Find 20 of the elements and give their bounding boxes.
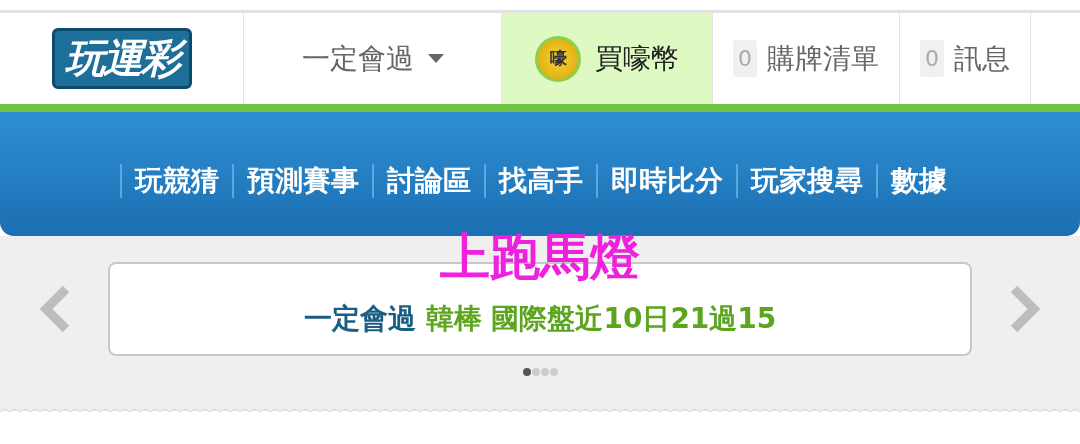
marquee-author[interactable]: 一定會過: [303, 300, 416, 338]
nav-item[interactable]: 玩競猜: [120, 164, 232, 198]
nav-item[interactable]: 即時比分: [596, 164, 736, 198]
nav-item[interactable]: 數據: [876, 164, 960, 198]
nav-item[interactable]: 找高手: [484, 164, 596, 198]
caret-icon: [427, 53, 444, 64]
pager-dot[interactable]: [522, 368, 531, 376]
coin-icon: 嚎: [535, 35, 581, 82]
pager-dot[interactable]: [549, 368, 558, 376]
marquee-message: 韓棒 國際盤近10日21過15: [425, 301, 777, 337]
count-badge: 0: [733, 40, 757, 77]
pager-dot[interactable]: [531, 368, 540, 376]
nav-item[interactable]: 玩家搜尋: [736, 164, 876, 198]
nav-item[interactable]: 討論區: [372, 164, 484, 198]
nav-item[interactable]: 預測賽事: [232, 164, 372, 198]
pager-dot[interactable]: [540, 368, 549, 376]
count-badge: 0: [920, 40, 944, 77]
annotation-text: 上跑馬燈: [440, 228, 640, 286]
buy-coins-button[interactable]: 嚎 買嚎幣: [502, 13, 713, 104]
logo[interactable]: 玩運彩: [51, 28, 192, 89]
